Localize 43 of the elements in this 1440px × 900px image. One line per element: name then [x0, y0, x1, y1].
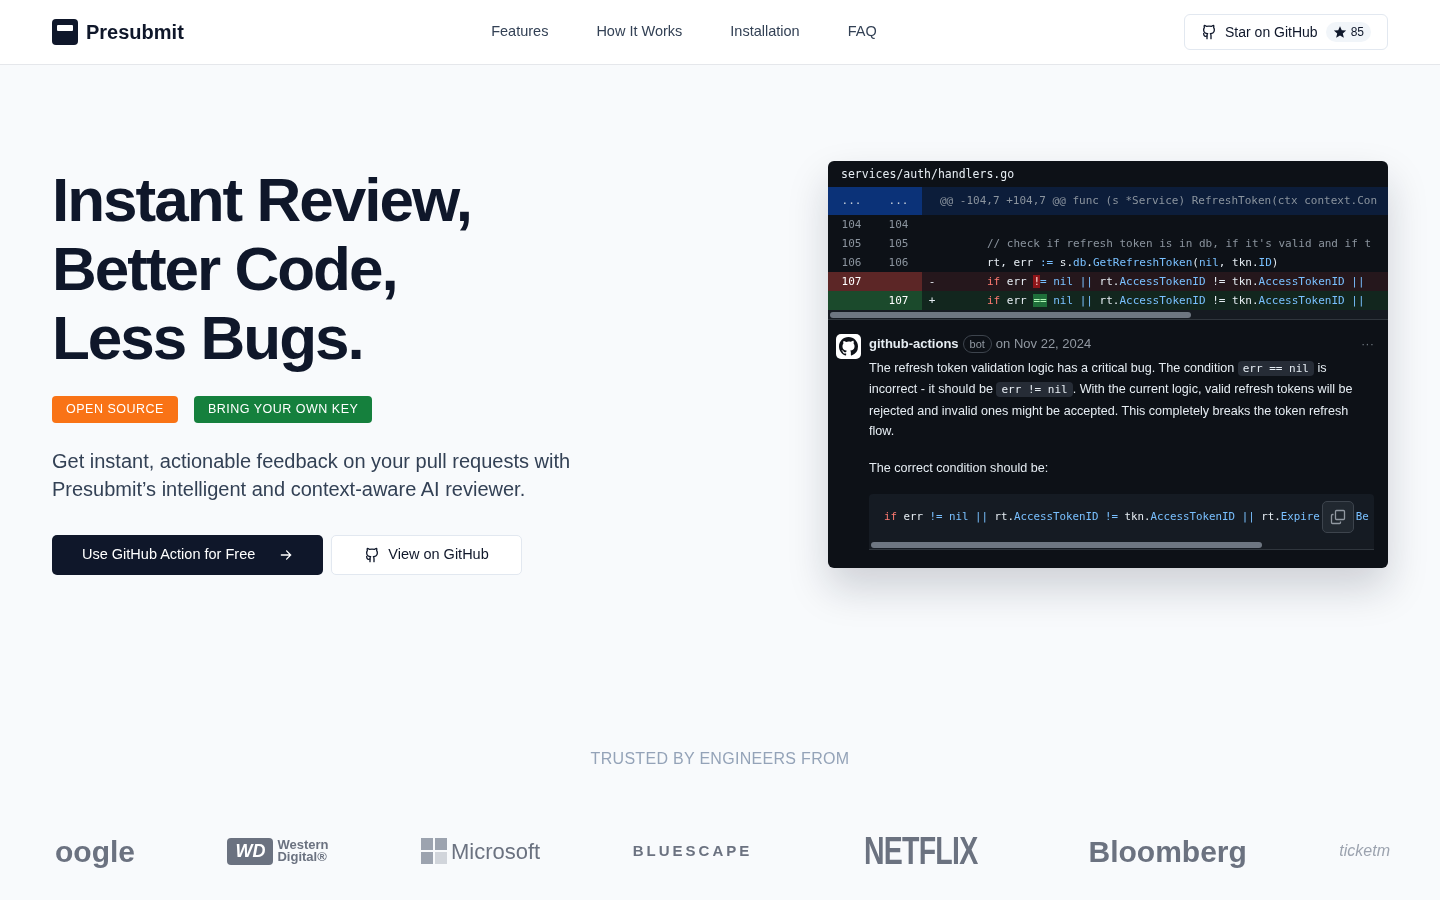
company-logo: Bloomberg: [1088, 833, 1247, 870]
brand-name[interactable]: Presubmit: [86, 17, 184, 47]
diff-line: 106 106 rt, err := s.db.GetRefreshToken(nil, tkn.ID): [840, 255, 1280, 271]
tag-pill: BRING YOUR OWN KEY: [193, 396, 373, 423]
code-suggestion: if err != nil || rt.AccessTokenID != tkn.AccessTokenID || rt.Expire Be: [869, 494, 1374, 540]
scrollbar[interactable]: [828, 310, 1388, 320]
nav-link[interactable]: FAQ: [847, 21, 877, 43]
comment-author[interactable]: github-actions: [869, 334, 959, 354]
avatar-icon: [836, 334, 861, 359]
file-name: services/auth/handlers.go: [840, 166, 1016, 183]
arrow-right-icon: [279, 547, 294, 562]
copy-button[interactable]: [1321, 501, 1354, 533]
scrollbar[interactable]: [869, 540, 1374, 550]
logo-text: Western Digital®: [277, 839, 329, 864]
primary-button[interactable]: Use GitHub Action for Free: [52, 534, 324, 575]
diff-line: 105 105 // check if refresh token is in db, if it's valid and if t: [840, 236, 1373, 252]
tag-pill: OPEN SOURCE: [52, 396, 178, 423]
star-button[interactable]: Star on GitHub 85: [1184, 14, 1388, 50]
github-icon: [1201, 24, 1218, 40]
comment-lead: The correct condition should be:: [869, 459, 1050, 477]
diff-line: 104 104: [840, 217, 910, 233]
company-logo: NETFLIX: [863, 828, 978, 874]
comment-text: The refresh token validation logic has a critical bug. The condition err == nil is incorrect - it should be err != nil . With the current logic, valid refresh tokens will be rejected and invalid ones might be accepted. This completely breaks the token refresh flow.: [869, 359, 1354, 440]
more-menu[interactable]: ···: [1361, 334, 1374, 354]
logo-text: Microsoft: [451, 837, 541, 866]
nav-link[interactable]: Features: [491, 21, 549, 43]
hero-title: Instant Review, Better Code, Less Bugs.: [52, 165, 473, 372]
comment-date: on Nov 22, 2024: [995, 335, 1092, 353]
nav-link[interactable]: Installation: [730, 21, 800, 43]
logo-icon: [52, 19, 78, 45]
company-logo: ticketm: [1339, 841, 1390, 862]
company-logo: oogle: [55, 833, 135, 870]
logo-badge: WD: [227, 837, 274, 865]
copy-icon: [1329, 509, 1346, 525]
squares-icon: [421, 838, 447, 865]
github-icon: [364, 546, 381, 563]
github-button[interactable]: View on GitHub: [331, 534, 522, 575]
nav-link[interactable]: How It Works: [596, 21, 683, 43]
star-count-text: 85: [1350, 24, 1364, 41]
trusted-heading: TRUSTED BY ENGINEERS FROM: [589, 748, 851, 769]
company-logo: BLUESCAPE: [632, 841, 753, 861]
hero-subtitle: Get instant, actionable feedback on your pull requests with Presubmit’s intelligent and context-aware AI reviewer.: [52, 448, 572, 502]
star-icon: [1332, 25, 1347, 39]
